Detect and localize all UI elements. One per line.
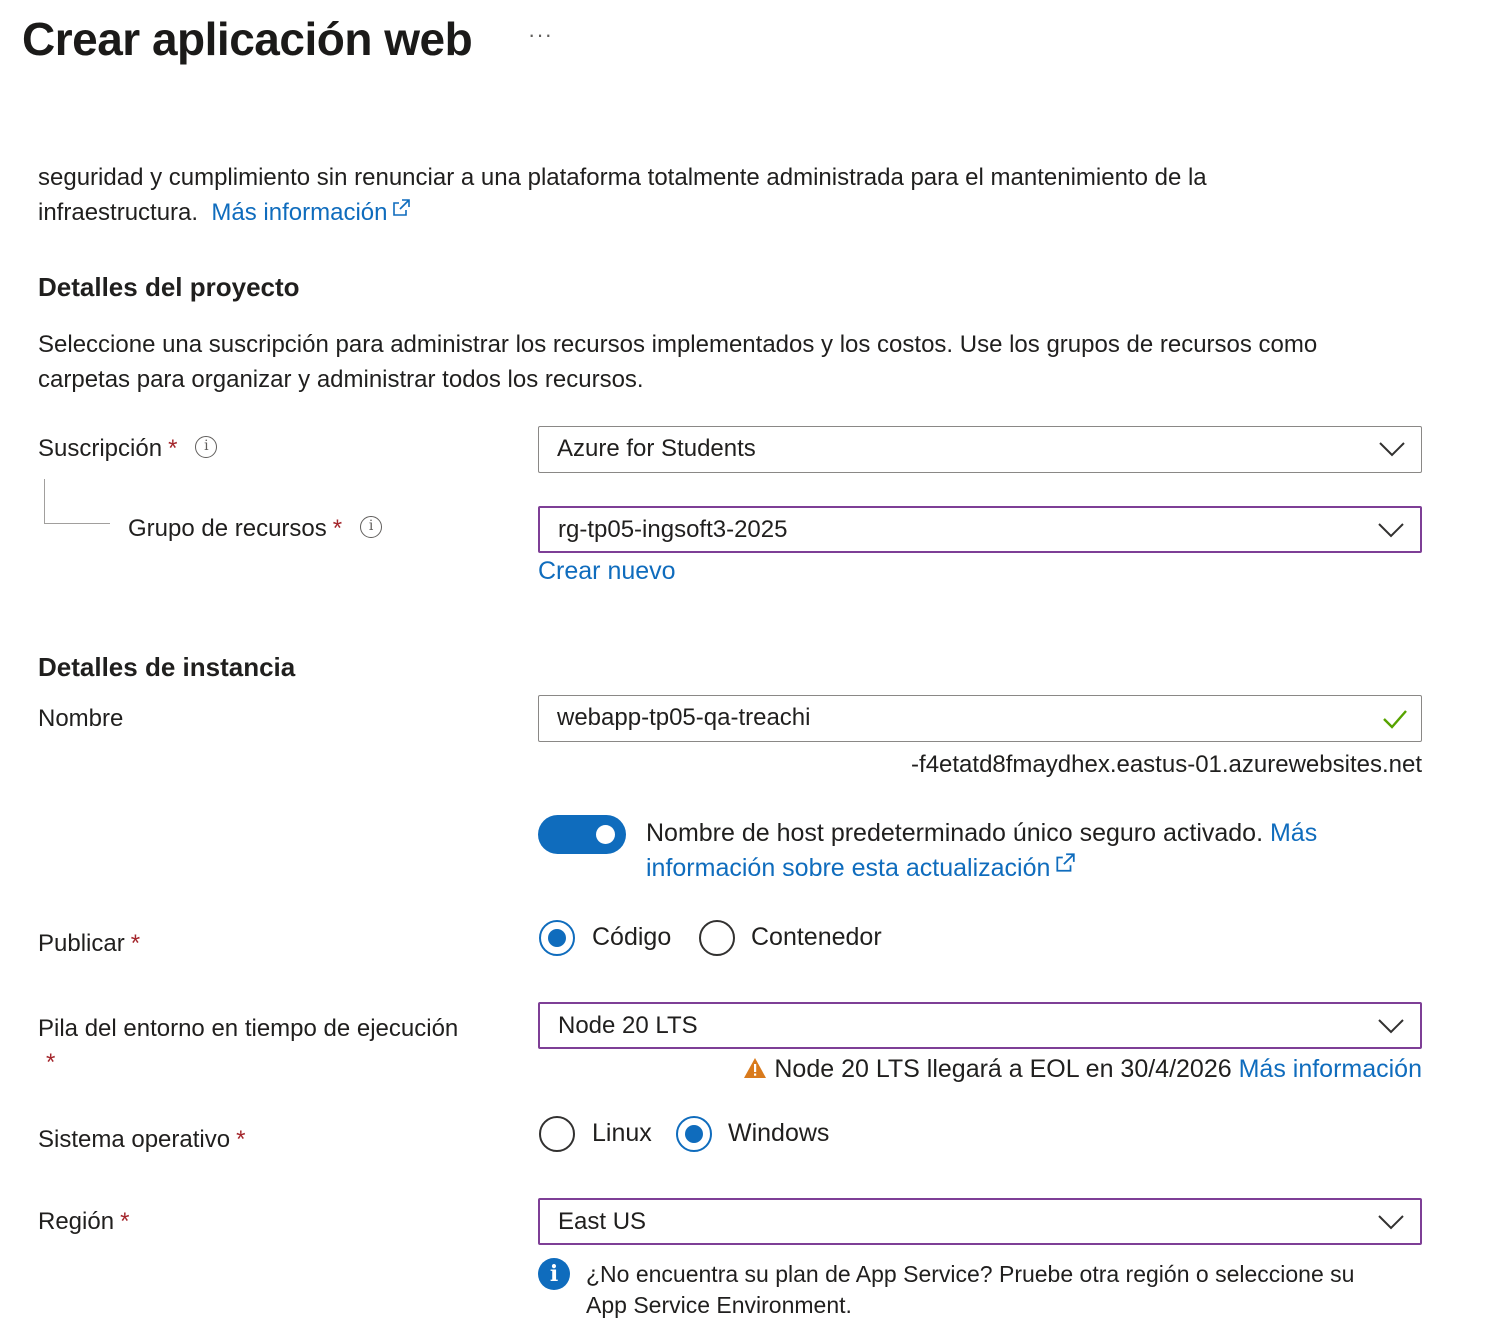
- chevron-down-icon: [1378, 1215, 1404, 1230]
- radio-os-linux-label[interactable]: Linux: [592, 1119, 652, 1148]
- subscription-label-text: Suscripción: [38, 435, 163, 462]
- info-icon[interactable]: [195, 436, 218, 458]
- toggle-description: Nombre de host predeterminado único segu…: [646, 816, 1317, 886]
- radio-os-windows-label[interactable]: Windows: [728, 1119, 829, 1148]
- subscription-value: Azure for Students: [557, 435, 756, 462]
- name-input[interactable]: webapp-tp05-qa-treachi: [538, 695, 1422, 742]
- required-marker: *: [120, 1208, 130, 1235]
- runtime-warning-text: Node 20 LTS llegará a EOL en 30/4/2026: [774, 1055, 1232, 1083]
- toggle-text-line-1: Nombre de host predeterminado único segu…: [646, 816, 1317, 851]
- project-description: Seleccione una suscripción para administ…: [38, 327, 1438, 397]
- required-marker: *: [168, 435, 178, 462]
- toggle-link-text: información sobre esta actualización: [646, 854, 1051, 882]
- region-value: East US: [558, 1208, 647, 1235]
- info-icon[interactable]: [360, 516, 383, 538]
- toggle-more-info-link[interactable]: Más: [1270, 819, 1317, 847]
- external-link-icon: [1056, 853, 1076, 872]
- external-link-icon: [393, 199, 411, 216]
- runtime-stack-dropdown[interactable]: Node 20 LTS: [538, 1002, 1422, 1049]
- project-description-line-2: carpetas para organizar y administrar to…: [38, 366, 644, 393]
- radio-publish-container[interactable]: [699, 920, 735, 956]
- os-label-text: Sistema operativo: [38, 1126, 231, 1153]
- info-filled-icon: [538, 1258, 570, 1290]
- runtime-stack-label-text: Pila del entorno en tiempo de ejecución: [38, 1015, 459, 1042]
- resource-group-label-text: Grupo de recursos: [128, 515, 327, 542]
- runtime-stack-value: Node 20 LTS: [558, 1012, 698, 1039]
- chevron-down-icon: [1378, 1019, 1404, 1034]
- intro-line-1: seguridad y cumplimiento sin renunciar a…: [38, 164, 1207, 191]
- page-title: Crear aplicación web: [22, 13, 473, 65]
- name-label: Nombre: [38, 705, 124, 732]
- tree-connector-horizontal: [44, 523, 110, 524]
- intro-text: seguridad y cumplimiento sin renunciar a…: [38, 160, 1438, 230]
- checkmark-icon: [1383, 710, 1407, 729]
- region-info-message: ¿No encuentra su plan de App Service? Pr…: [586, 1259, 1354, 1321]
- region-info-line-1: ¿No encuentra su plan de App Service? Pr…: [586, 1261, 1355, 1287]
- runtime-warning: Node 20 LTS llegará a EOL en 30/4/2026 M…: [743, 1055, 1422, 1084]
- more-info-link-label: Más información: [211, 199, 388, 226]
- toggle-text: Nombre de host predeterminado único segu…: [646, 819, 1264, 847]
- radio-publish-container-label[interactable]: Contenedor: [751, 923, 882, 952]
- required-marker: *: [130, 930, 141, 957]
- intro-line-2-text: infraestructura.: [38, 199, 199, 226]
- warning-icon: [744, 1058, 767, 1078]
- runtime-stack-label: Pila del entorno en tiempo de ejecución …: [38, 1012, 458, 1080]
- radio-os-linux[interactable]: [539, 1116, 575, 1152]
- resource-group-label: Grupo de recursos *: [128, 515, 383, 543]
- instance-details-heading: Detalles de instancia: [38, 652, 296, 682]
- publish-label: Publicar *: [38, 930, 140, 958]
- toggle-more-info-link-line-2[interactable]: información sobre esta actualización: [646, 851, 1317, 886]
- name-value: webapp-tp05-qa-treachi: [557, 704, 811, 731]
- required-marker: *: [46, 1049, 56, 1076]
- subscription-label: Suscripción *: [38, 435, 218, 463]
- region-info-line-2: App Service Environment.: [586, 1292, 852, 1318]
- region-label-text: Región: [38, 1208, 115, 1235]
- secure-hostname-toggle[interactable]: [538, 815, 626, 854]
- subscription-dropdown[interactable]: Azure for Students: [538, 426, 1422, 473]
- radio-publish-code[interactable]: [539, 920, 575, 956]
- tree-connector: [44, 479, 45, 524]
- os-label: Sistema operativo *: [38, 1126, 245, 1154]
- required-marker: *: [332, 515, 343, 542]
- region-label: Región *: [38, 1208, 129, 1236]
- publish-label-text: Publicar: [38, 930, 125, 957]
- runtime-warning-link[interactable]: Más información: [1239, 1055, 1422, 1083]
- resource-group-dropdown[interactable]: rg-tp05-ingsoft3-2025: [538, 506, 1422, 553]
- chevron-down-icon: [1379, 442, 1405, 457]
- hostname-suffix: -f4etatd8fmaydhex.eastus-01.azurewebsite…: [911, 751, 1422, 778]
- project-details-heading: Detalles del proyecto: [38, 272, 300, 302]
- more-info-link[interactable]: Más información: [211, 199, 411, 226]
- radio-publish-code-label[interactable]: Código: [592, 923, 671, 952]
- required-marker: *: [236, 1126, 246, 1153]
- create-new-resource-group-link[interactable]: Crear nuevo: [538, 557, 676, 586]
- radio-os-windows[interactable]: [676, 1116, 712, 1152]
- project-description-line-1: Seleccione una suscripción para administ…: [38, 331, 1318, 358]
- resource-group-value: rg-tp05-ingsoft3-2025: [558, 516, 788, 543]
- chevron-down-icon: [1378, 523, 1404, 538]
- region-dropdown[interactable]: East US: [538, 1198, 1422, 1245]
- intro-line-2: infraestructura. Más información: [38, 195, 1438, 230]
- more-options-button[interactable]: ···: [528, 22, 553, 48]
